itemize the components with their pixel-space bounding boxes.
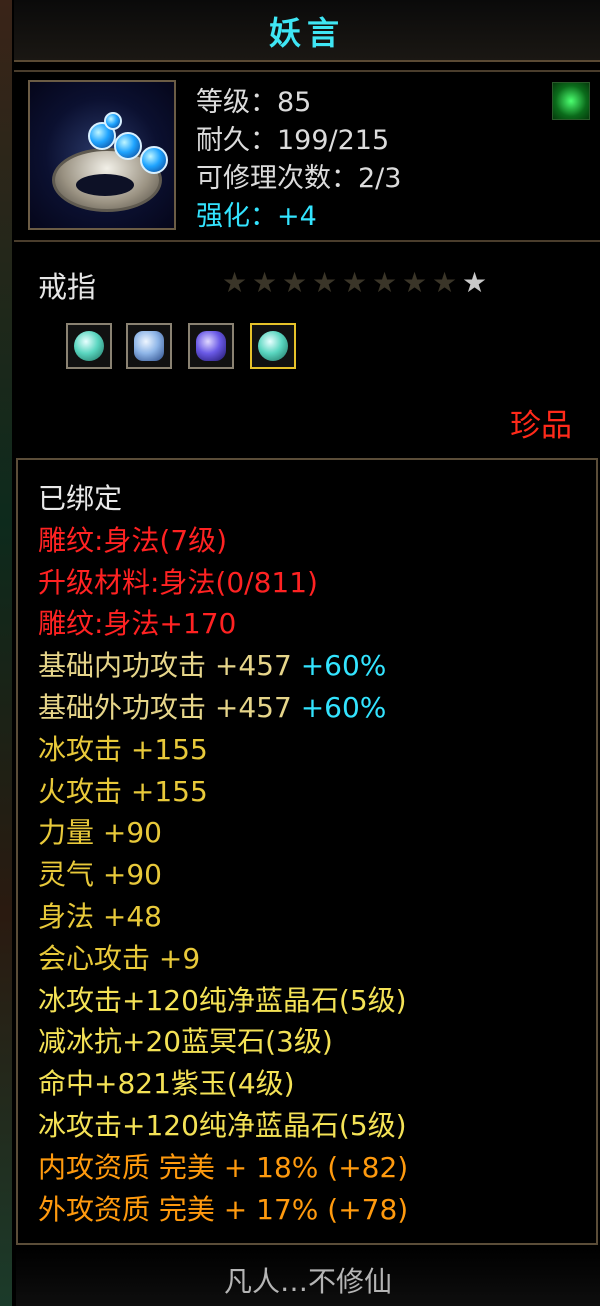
socket-slot-2[interactable] (126, 323, 172, 369)
purple-gem-icon (196, 331, 226, 361)
footer-text: 凡人…不修仙 (223, 1265, 392, 1298)
divider (14, 70, 600, 72)
star-rating: ★★★★★★★★★ (222, 266, 492, 299)
enhance-text: 强化：+4 (196, 201, 317, 232)
background-edge (0, 0, 12, 1306)
property-line: 基础内功攻击 +457 +60% (38, 645, 408, 687)
property-bonus: +60% (300, 649, 387, 683)
property-line: 力量 +90 (38, 816, 162, 850)
property-text: 基础外功攻击 +457 (38, 690, 292, 724)
item-name: 妖言 (268, 14, 345, 52)
footer: 凡人…不修仙 (16, 1248, 600, 1306)
item-stats: 等级：85 耐久：199/215 可修理次数：2/3 强化：+4 (196, 84, 401, 236)
item-tooltip: 妖言 等级：85 耐久：199/215 可修理次数：2/3 强化：+4 戒指 ★… (0, 0, 600, 1306)
item-type: 戒指 (38, 270, 97, 304)
socket-slot-4[interactable] (250, 323, 296, 369)
property-line: 火攻击 +155 (38, 774, 208, 808)
property-line: 升级材料:身法(0/811) (38, 565, 318, 599)
star-icon: ★ (282, 266, 312, 299)
durability-text: 耐久：199/215 (196, 125, 390, 156)
property-line: 冰攻击 +155 (38, 732, 208, 766)
star-icon: ★ (222, 266, 252, 299)
property-bonus: +60% (300, 690, 387, 724)
level-text: 等级：85 (196, 87, 312, 118)
socket-slot-1[interactable] (66, 323, 112, 369)
blue-sapphire-icon (134, 331, 164, 361)
property-line: 冰攻击+120纯净蓝晶石(5级) (38, 983, 407, 1017)
property-line: 命中+821紫玉(4级) (38, 1067, 295, 1101)
property-line: 身法 +48 (38, 899, 162, 933)
property-line: 减冰抗+20蓝冥石(3级) (38, 1025, 333, 1059)
star-icon: ★ (462, 266, 492, 299)
green-jade-icon (552, 82, 590, 120)
star-icon: ★ (342, 266, 372, 299)
repair-count-text: 可修理次数：2/3 (196, 163, 402, 194)
green-crystal-icon (258, 331, 288, 361)
property-line: 会心攻击 +9 (38, 941, 201, 975)
divider (14, 240, 600, 242)
property-line: 外攻资质 完美 + 17% (+78) (38, 1192, 409, 1226)
property-list: 已绑定 雕纹:身法(7级) 升级材料:身法(0/811) 雕纹:身法+170 基… (38, 478, 408, 1230)
socket-slot-3[interactable] (188, 323, 234, 369)
green-crystal-icon (74, 331, 104, 361)
star-icon: ★ (432, 266, 462, 299)
property-text: 基础内功攻击 +457 (38, 649, 292, 683)
property-line: 内攻资质 完美 + 18% (+82) (38, 1150, 409, 1184)
star-icon: ★ (402, 266, 432, 299)
property-line: 雕纹:身法(7级) (38, 523, 228, 557)
property-line: 基础外功攻击 +457 +60% (38, 687, 408, 729)
quality-label: 珍品 (510, 408, 572, 444)
title-bar: 妖言 (14, 0, 600, 62)
property-line: 灵气 +90 (38, 858, 162, 892)
property-line: 冰攻击+120纯净蓝晶石(5级) (38, 1108, 407, 1142)
bound-status: 已绑定 (38, 482, 123, 515)
property-line: 雕纹:身法+170 (38, 607, 237, 641)
star-icon: ★ (312, 266, 342, 299)
star-icon: ★ (372, 266, 402, 299)
ring-icon (28, 80, 176, 230)
star-icon: ★ (252, 266, 282, 299)
